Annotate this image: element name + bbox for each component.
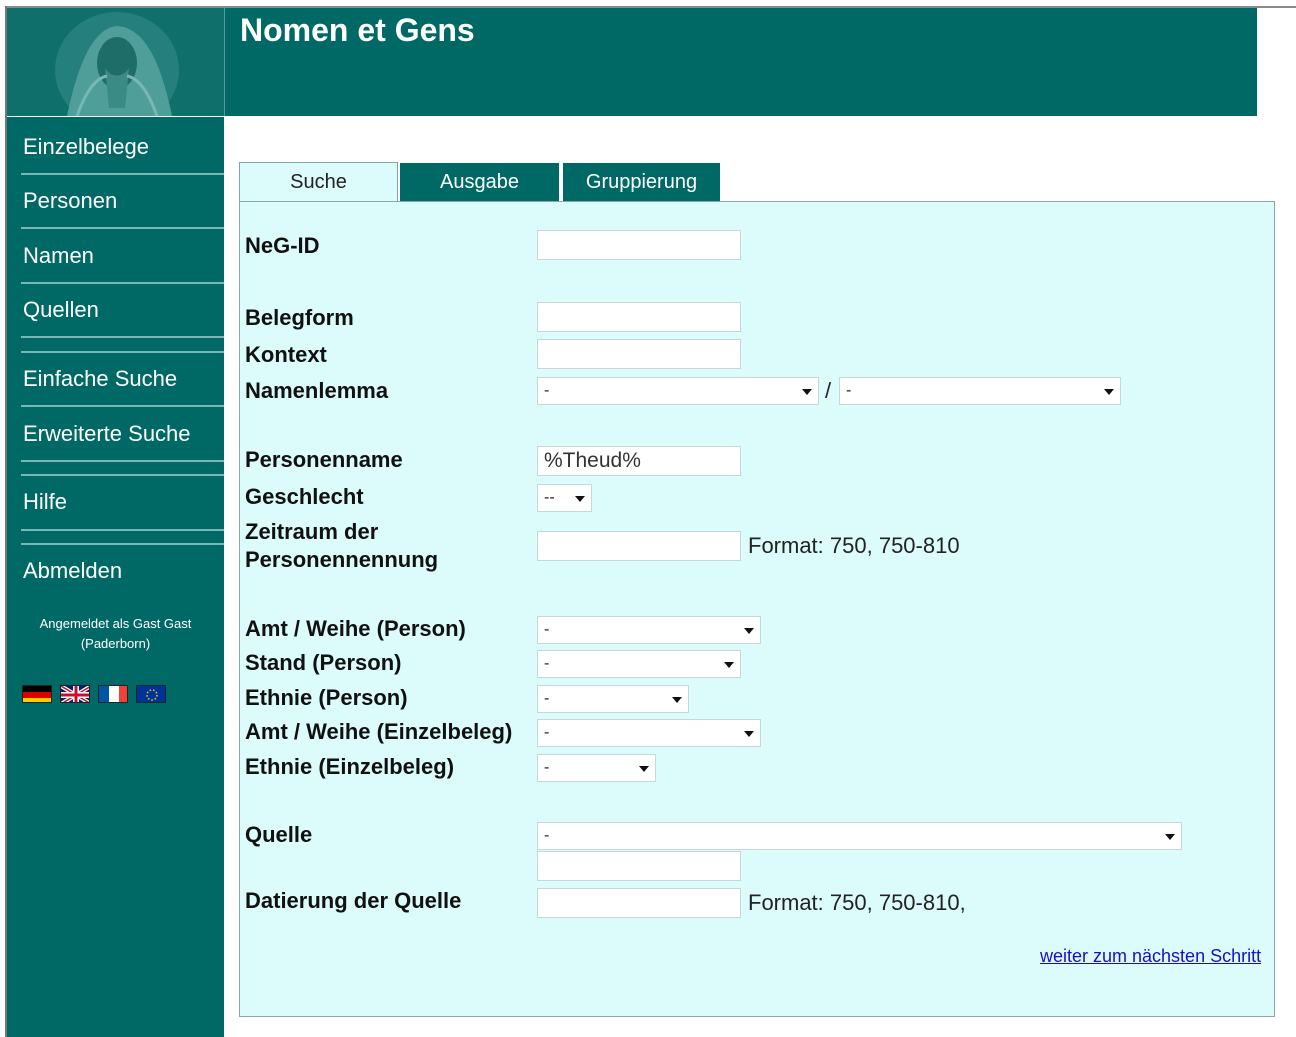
sidebar-item-personen[interactable]: Personen [7,181,224,221]
eu-flag-icon[interactable] [136,685,166,703]
sidebar-divider [21,227,224,229]
sidebar: Einzelbelege Personen Namen Quellen Einf… [7,117,224,1037]
site-logo [7,8,225,116]
personenname-input[interactable] [537,446,741,476]
ethnie-einzelbeleg-select-value: - [544,759,550,776]
ethnie-einzelbeleg-select[interactable]: - [537,754,656,782]
sidebar-divider [21,336,224,338]
sidebar-divider [21,543,224,545]
tab-ausgabe[interactable]: Ausgabe [400,163,559,201]
ethnie-person-label: Ethnie (Person) [245,685,408,710]
belegform-label: Belegform [245,305,354,330]
sidebar-item-erweiterte-suche[interactable]: Erweiterte Suche [7,414,224,454]
sidebar-divider [21,351,224,353]
amt-einzelbeleg-select-value: - [544,724,550,741]
chevron-down-icon [672,697,682,703]
amt-person-select-value: - [544,621,550,638]
chevron-down-icon [575,496,585,502]
namenlemma-separator: / [825,378,832,403]
quelle-label: Quelle [245,822,313,847]
stand-person-label: Stand (Person) [245,650,402,675]
amt-person-label: Amt / Weihe (Person) [245,616,466,641]
stand-person-select-value: - [544,655,550,672]
stand-person-select[interactable]: - [537,650,741,678]
login-location-text: (Paderborn) [80,636,151,651]
login-user-text: Angemeldet als Gast Gast [39,616,192,631]
amt-einzelbeleg-label: Amt / Weihe (Einzelbeleg) [245,719,513,744]
sidebar-item-einzelbelege[interactable]: Einzelbelege [7,127,224,167]
geschlecht-select-value: -- [544,489,555,506]
next-step-link[interactable]: weiter zum nächsten Schritt [1040,946,1261,967]
fr-flag-icon[interactable] [98,685,128,703]
sidebar-divider [21,474,224,476]
tab-suche[interactable]: Suche [239,162,398,202]
ethnie-person-select-value: - [544,690,550,707]
chevron-down-icon [744,628,754,634]
uk-flag-icon[interactable] [60,685,90,703]
zeitraum-input[interactable] [537,531,741,561]
quelle-select-value: - [544,827,550,844]
sidebar-item-namen[interactable]: Namen [7,236,224,276]
namenlemma-select-1[interactable]: - [537,377,819,405]
chevron-down-icon [744,731,754,737]
logo-figure-image [7,8,224,116]
de-flag-icon[interactable] [22,685,52,703]
tab-gruppierung[interactable]: Gruppierung [563,163,720,201]
sidebar-item-abmelden[interactable]: Abmelden [7,551,224,591]
zeitraum-label-line1: Zeitraum der [245,519,379,544]
datierung-format-hint: Format: 750, 750-810, [748,890,966,915]
chevron-down-icon [724,662,734,668]
zeitraum-label-line2: Personennennung [245,547,439,572]
sidebar-divider [21,460,224,462]
sidebar-divider [21,529,224,531]
page-header: Nomen et Gens [225,8,1257,116]
namenlemma-select-1-value: - [544,382,550,399]
kontext-label: Kontext [245,342,327,367]
geschlecht-select[interactable]: -- [537,484,592,512]
sidebar-item-einfache-suche[interactable]: Einfache Suche [7,359,224,399]
namenlemma-select-2[interactable]: - [839,377,1121,405]
neg-id-label: NeG-ID [245,233,320,258]
datierung-label: Datierung der Quelle [245,888,462,913]
namenlemma-label: Namenlemma [245,378,389,403]
zeitraum-label: Zeitraum der Personennennung [245,518,438,574]
quelle-extra-input[interactable] [537,851,741,881]
chevron-down-icon [802,389,812,395]
ethnie-person-select[interactable]: - [537,685,689,713]
belegform-input[interactable] [537,302,741,332]
login-status: Angemeldet als Gast Gast (Paderborn) [7,614,224,654]
namenlemma-select-2-value: - [846,382,852,399]
site-title: Nomen et Gens [240,12,475,48]
kontext-input[interactable] [537,339,741,369]
datierung-input[interactable] [537,888,741,918]
zeitraum-format-hint: Format: 750, 750-810 [748,533,960,558]
ethnie-einzelbeleg-label: Ethnie (Einzelbeleg) [245,754,455,779]
neg-id-input[interactable] [537,230,741,260]
personenname-label: Personenname [245,447,403,472]
geschlecht-label: Geschlecht [245,484,364,509]
quelle-select[interactable]: - [537,822,1182,850]
chevron-down-icon [639,766,649,772]
chevron-down-icon [1104,389,1114,395]
sidebar-item-hilfe[interactable]: Hilfe [7,482,224,522]
sidebar-divider [21,405,224,407]
chevron-down-icon [1165,834,1175,840]
sidebar-divider [21,282,224,284]
sidebar-item-quellen[interactable]: Quellen [7,290,224,330]
amt-einzelbeleg-select[interactable]: - [537,719,761,747]
amt-person-select[interactable]: - [537,616,761,644]
sidebar-divider [21,173,224,175]
